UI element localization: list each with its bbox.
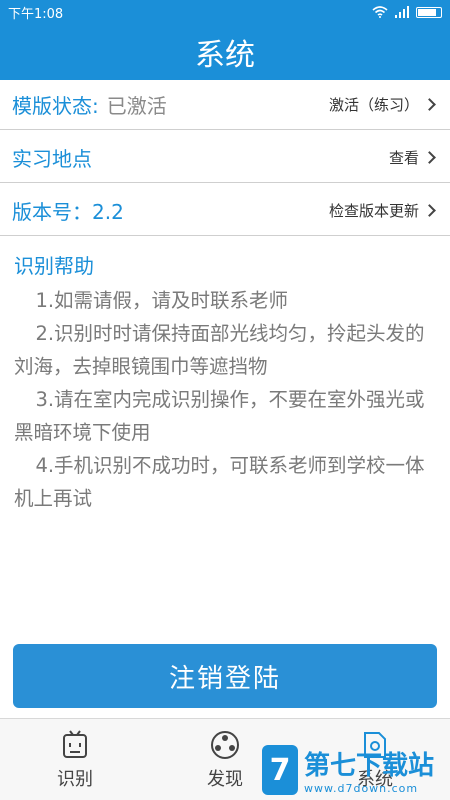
watermark: 7 第七下载站 www.d7down.com (262, 740, 450, 800)
view-location-link[interactable]: 查看 (389, 147, 438, 168)
help-body: 1.如需请假，请及时联系老师 2.识别时时请保持面部光线均匀，拎起头发的刘海，去… (14, 284, 434, 515)
chevron-right-icon (423, 98, 436, 111)
watermark-logo: 7 (262, 745, 298, 795)
help-item: 3.请在室内完成识别操作，不要在室外强光或黑暗环境下使用 (14, 388, 425, 444)
check-update-label: 检查版本更新 (328, 202, 419, 220)
tab-discover-label: 发现 (207, 769, 243, 790)
activate-practice-link[interactable]: 激活（练习） (329, 94, 438, 115)
watermark-text: 第七下载站 www.d7down.com (304, 745, 434, 795)
watermark-cn: 第七下载站 (304, 751, 435, 781)
help-title: 识别帮助 (14, 254, 94, 278)
activate-practice-label: 激活（练习） (328, 96, 419, 114)
help-item: 2.识别时时请保持面部光线均匀，拎起头发的刘海，去掉眼镜围巾等遮挡物 (14, 322, 425, 378)
page-title: 系统 (195, 38, 255, 73)
template-status-row[interactable]: 模版状态: 已激活 激活（练习） (0, 80, 450, 130)
status-bar: 下午1:08 (0, 0, 450, 24)
view-location-label: 查看 (388, 149, 419, 167)
chevron-right-icon (423, 151, 436, 164)
discover-icon (211, 731, 239, 759)
status-icons (372, 6, 442, 18)
watermark-en: www.d7down.com (304, 782, 419, 795)
version-label: 版本号：2.2 (12, 200, 124, 224)
tab-discover[interactable]: 发现 (180, 729, 270, 791)
signal-icon (395, 6, 409, 18)
chevron-right-icon (423, 204, 436, 217)
app-bar: 系统 (0, 24, 450, 80)
battery-icon (416, 6, 442, 18)
help-item: 1.如需请假，请及时联系老师 (35, 289, 289, 312)
template-status-value: 已激活 (106, 94, 167, 118)
status-time: 下午1:08 (8, 6, 64, 22)
version-row[interactable]: 版本号：2.2 检查版本更新 (0, 186, 450, 236)
help-item: 4.手机识别不成功时，可联系老师到学校一体机上再试 (14, 454, 425, 510)
location-label: 实习地点 (12, 147, 92, 171)
check-update-link[interactable]: 检查版本更新 (329, 200, 438, 221)
wifi-icon (372, 6, 388, 18)
template-status-label: 模版状态: (12, 94, 99, 118)
tab-recognize[interactable]: 识别 (30, 729, 120, 791)
logout-button[interactable]: 注销登陆 (13, 644, 437, 708)
location-row[interactable]: 实习地点 查看 (0, 133, 450, 183)
recognize-icon (63, 730, 87, 758)
tab-recognize-label: 识别 (57, 769, 93, 790)
